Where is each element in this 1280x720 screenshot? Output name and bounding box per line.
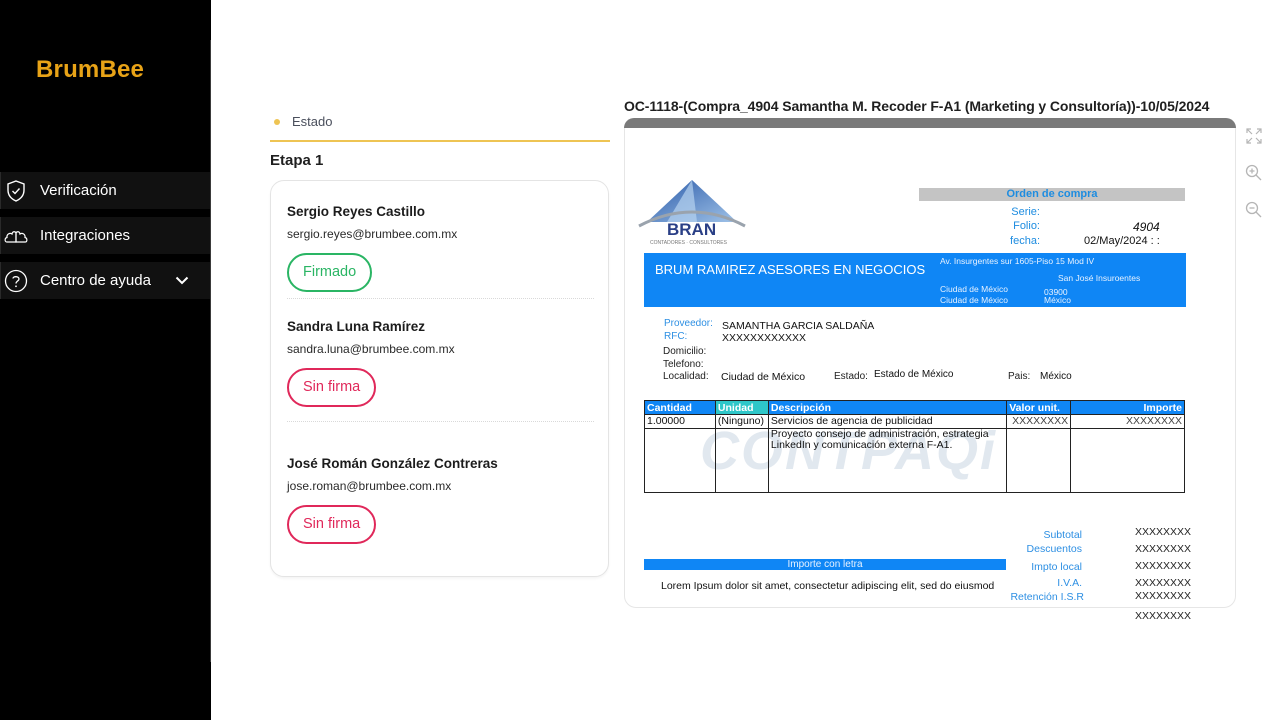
proveedor-label: Proveedor: [664, 318, 713, 329]
sidebar-nav: Verificación Integraciones Centro de ayu… [0, 172, 210, 307]
total-label: I.V.A. [1057, 577, 1082, 589]
cell [644, 428, 716, 493]
address-street: Av. Insurgentes sur 1605-Piso 15 Mod IV [940, 256, 1095, 266]
importe-letra-header: Importe con letra [644, 559, 1006, 570]
pais-value: México [1040, 371, 1072, 382]
localidad-label: Localidad: [663, 371, 709, 382]
signers-card: Sergio Reyes Castillo sergio.reyes@brumb… [270, 180, 609, 577]
table-header-row: Cantidad Unidad Descripción Valor unit. … [644, 400, 1185, 415]
divider [287, 298, 594, 299]
cell [714, 428, 769, 493]
cell: (Ninguno) [714, 414, 769, 429]
total-label: Descuentos [1026, 543, 1082, 555]
total-label: Subtotal [1043, 529, 1082, 541]
total-value: XXXXXXXX [1135, 560, 1192, 572]
estado-label: Estado: [834, 371, 868, 382]
fullscreen-icon[interactable] [1244, 126, 1264, 146]
pais-label: Pais: [1008, 371, 1031, 382]
zoom-out-icon[interactable] [1244, 200, 1264, 220]
shield-check-icon [3, 178, 29, 204]
total-value: XXXXXXXX [1135, 577, 1192, 589]
signer-name: Sandra Luna Ramírez [287, 319, 426, 334]
address-state: Ciudad de México [940, 295, 1009, 305]
zoom-in-icon[interactable] [1244, 163, 1264, 183]
signer-email: jose.roman@brumbee.com.mx [287, 479, 452, 493]
cell: 1.00000 [644, 414, 716, 429]
rfc-value: XXXXXXXXXXXX [722, 332, 807, 344]
sidebar-divider [210, 40, 211, 662]
divider [287, 421, 594, 422]
signer-item: Sandra Luna Ramírez sandra.luna@brumbee.… [287, 319, 597, 407]
cell [1070, 428, 1185, 493]
total-label: Impto local [1031, 561, 1082, 573]
col-header: Cantidad [644, 400, 716, 415]
logo-tagline: CONTADORES · CONSULTORES [650, 240, 727, 246]
document-title: OC-1118-(Compra_4904 Samantha M. Recoder… [624, 98, 1210, 114]
sidebar-item-centro-de-ayuda[interactable]: Centro de ayuda [0, 262, 210, 299]
sidebar-item-label: Centro de ayuda [40, 272, 151, 289]
total-label: Retención I.S.R [1010, 591, 1084, 603]
cell: XXXXXXXX [1070, 414, 1185, 429]
col-header: Unidad [714, 400, 769, 415]
localidad-value: Ciudad de México [721, 371, 806, 383]
serie-label: Serie: [1011, 206, 1040, 218]
status-badge-unsigned[interactable]: Sin firma [287, 368, 377, 407]
tab-estado[interactable]: Estado [270, 108, 610, 142]
viewer-top-bar [624, 118, 1236, 128]
stage-title: Etapa 1 [270, 152, 324, 169]
address-country: México [1044, 295, 1071, 305]
col-header: Importe [1070, 400, 1185, 415]
status-badge-unsigned[interactable]: Sin firma [287, 505, 377, 544]
items-table: Cantidad Unidad Descripción Valor unit. … [644, 400, 1185, 493]
tab-label: Estado [292, 114, 333, 129]
sidebar-item-label: Integraciones [40, 227, 131, 244]
logo-name: BRAN [667, 220, 717, 239]
signer-item: Sergio Reyes Castillo sergio.reyes@brumb… [287, 204, 597, 292]
cell [1006, 428, 1072, 493]
col-header: Valor unit. [1006, 400, 1072, 415]
folio-value: 4904 [1133, 220, 1160, 234]
table-row: 1.00000 (Ninguno) Servicios de agencia d… [644, 414, 1185, 429]
signer-email: sergio.reyes@brumbee.com.mx [287, 227, 458, 241]
cell: Proyecto consejo de administración, estr… [767, 428, 1008, 493]
folio-label: Folio: [1013, 220, 1040, 232]
estado-value: Estado de México [874, 369, 954, 380]
brand-logo: BrumBee [36, 56, 145, 83]
sidebar-item-verificacion[interactable]: Verificación [0, 172, 210, 209]
importe-letra-value: Lorem Ipsum dolor sit amet, consectetur … [661, 580, 995, 592]
signer-name: Sergio Reyes Castillo [287, 204, 426, 219]
fecha-value: 02/May/2024 : : [1084, 235, 1160, 247]
fecha-label: fecha: [1010, 235, 1040, 247]
company-logo: BRAN CONTADORES · CONSULTORES [637, 178, 747, 250]
chevron-down-icon[interactable] [174, 272, 190, 288]
sidebar-item-label: Verificación [40, 182, 117, 199]
total-value: XXXXXXXX [1135, 590, 1192, 602]
sidebar-item-integraciones[interactable]: Integraciones [0, 217, 210, 254]
cell: XXXXXXXX [1006, 414, 1072, 429]
signer-name: José Román González Contreras [287, 456, 498, 471]
rfc-label: RFC: [664, 331, 688, 342]
address-city: Ciudad de México [940, 284, 1009, 294]
cell: Servicios de agencia de publicidad [767, 414, 1008, 429]
status-badge-signed[interactable]: Firmado [287, 253, 373, 292]
viewer-toolbar [1244, 126, 1266, 237]
domicilio-label: Domicilio: [663, 346, 707, 357]
sidebar: BrumBee Verificación Integraciones Centr… [0, 0, 211, 720]
help-circle-icon [3, 268, 29, 294]
proveedor-value: SAMANTHA GARCIA SALDAÑA [722, 320, 875, 332]
signer-email: sandra.luna@brumbee.com.mx [287, 342, 455, 356]
col-header: Descripción [767, 400, 1008, 415]
total-value: XXXXXXXX [1135, 543, 1192, 555]
cloud-sync-icon [3, 223, 29, 249]
address-colony: San José Insuroentes [1058, 273, 1141, 283]
table-row: Proyecto consejo de administración, estr… [644, 428, 1185, 493]
tab-indicator-dot [274, 119, 280, 125]
total-value: XXXXXXXX [1135, 610, 1192, 622]
telefono-label: Telefono: [663, 359, 704, 370]
total-value: XXXXXXXX [1135, 526, 1192, 538]
order-header: Orden de compra [919, 188, 1185, 201]
signer-item: José Román González Contreras jose.roman… [287, 456, 597, 544]
company-name: BRUM RAMIREZ ASESORES EN NEGOCIOS [655, 262, 926, 277]
